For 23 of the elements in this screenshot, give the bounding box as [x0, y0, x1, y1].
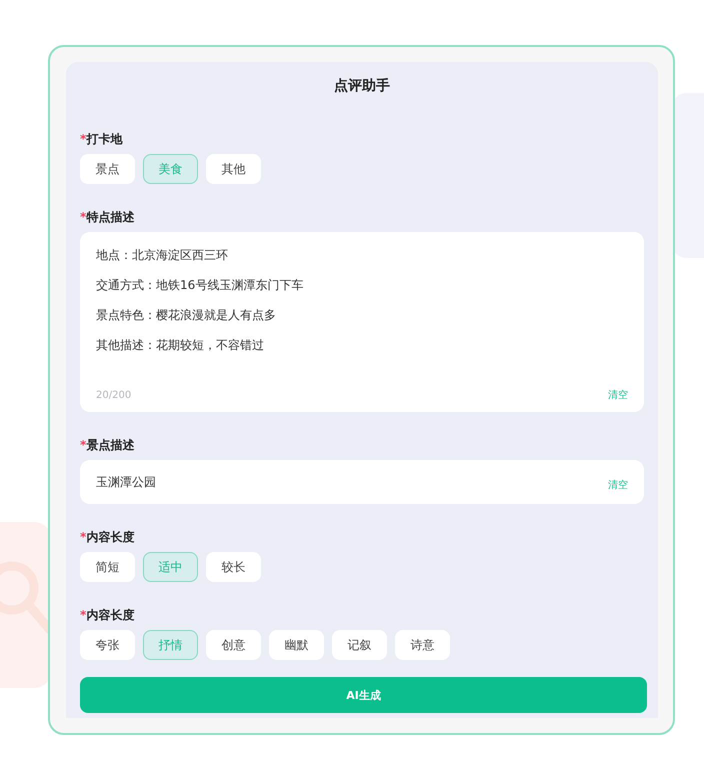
field-label: *内容长度 — [80, 529, 136, 546]
input-field[interactable]: 玉渊潭公园 清空 — [80, 460, 644, 504]
option-chip[interactable]: 夸张 — [80, 630, 135, 660]
field-label: *特点描述 — [80, 209, 136, 226]
option-chip[interactable]: 其他 — [206, 154, 261, 184]
description-line: 交通方式：地铁16号线玉渊潭东门下车 — [96, 277, 304, 294]
option-chip[interactable]: 创意 — [206, 630, 261, 660]
field-value: 玉渊潭公园 — [96, 474, 156, 490]
option-chip[interactable]: 简短 — [80, 552, 135, 582]
description-line: 地点：北京海淀区西三环 — [96, 247, 229, 264]
option-chip[interactable]: 幽默 — [269, 630, 324, 660]
field-label: *内容长度 — [80, 607, 136, 624]
field-label: *打卡地 — [80, 131, 124, 148]
option-chip[interactable]: 诗意 — [395, 630, 450, 660]
description-line: 景点特色：樱花浪漫就是人有点多 — [96, 307, 277, 324]
page-title: 点评助手 — [334, 77, 390, 96]
option-chip[interactable]: 较长 — [206, 552, 261, 582]
field-label: *景点描述 — [80, 437, 136, 454]
char-counter: 20/200 — [96, 390, 132, 400]
option-chip[interactable]: 记叙 — [332, 630, 387, 660]
description-textarea[interactable]: 地点：北京海淀区西三环 交通方式：地铁16号线玉渊潭东门下车 景点特色：樱花浪漫就是人有点多 其他描述：花期较短，不容错过 20/200 清空 — [80, 232, 644, 412]
option-chip[interactable]: 景点 — [80, 154, 135, 184]
description-line: 其他描述：花期较短，不容错过 — [96, 337, 265, 354]
